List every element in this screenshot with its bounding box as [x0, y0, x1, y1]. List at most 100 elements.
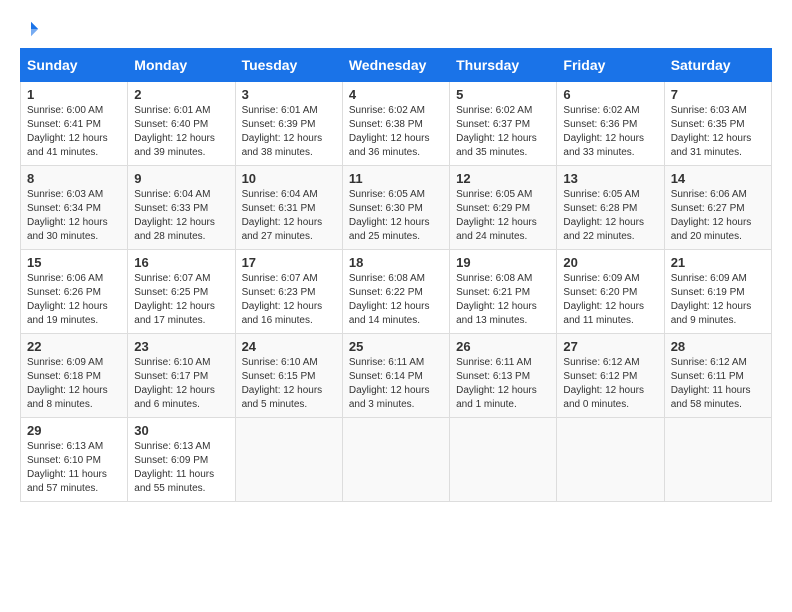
- weekday-header-tuesday: Tuesday: [235, 49, 342, 82]
- calendar-week-row: 22 Sunrise: 6:09 AM Sunset: 6:18 PM Dayli…: [21, 334, 772, 418]
- day-info: Sunrise: 6:11 AM Sunset: 6:13 PM Dayligh…: [456, 356, 550, 412]
- day-number: 9: [134, 171, 228, 186]
- day-info: Sunrise: 6:09 AM Sunset: 6:19 PM Dayligh…: [671, 272, 765, 328]
- calendar-cell: 5 Sunrise: 6:02 AM Sunset: 6:37 PM Daylig…: [450, 82, 557, 166]
- calendar-cell: 28 Sunrise: 6:12 AM Sunset: 6:11 PM Dayli…: [664, 334, 771, 418]
- calendar-cell: 2 Sunrise: 6:01 AM Sunset: 6:40 PM Daylig…: [128, 82, 235, 166]
- calendar-cell: 17 Sunrise: 6:07 AM Sunset: 6:23 PM Dayli…: [235, 250, 342, 334]
- day-number: 28: [671, 339, 765, 354]
- calendar-cell: 16Sunrise: 6:07 AM Sunset: 6:25 PM Dayli…: [128, 250, 235, 334]
- calendar-cell: [557, 418, 664, 502]
- calendar-cell: 12 Sunrise: 6:05 AM Sunset: 6:29 PM Dayli…: [450, 166, 557, 250]
- day-info: Sunrise: 6:04 AM Sunset: 6:33 PM Dayligh…: [134, 188, 228, 244]
- day-number: 21: [671, 255, 765, 270]
- calendar-cell: 19Sunrise: 6:08 AM Sunset: 6:21 PM Dayli…: [450, 250, 557, 334]
- weekday-header-sunday: Sunday: [21, 49, 128, 82]
- day-number: 7: [671, 87, 765, 102]
- day-number: 25: [349, 339, 443, 354]
- day-info: Sunrise: 6:13 AM Sunset: 6:10 PM Dayligh…: [27, 440, 121, 496]
- day-number: 6: [563, 87, 657, 102]
- calendar-cell: 23 Sunrise: 6:10 AM Sunset: 6:17 PM Dayli…: [128, 334, 235, 418]
- day-info: Sunrise: 6:01 AM Sunset: 6:39 PM Dayligh…: [242, 104, 336, 160]
- day-info: Sunrise: 6:10 AM Sunset: 6:17 PM Dayligh…: [134, 356, 228, 412]
- day-info: Sunrise: 6:07 AM Sunset: 6:25 PM Dayligh…: [134, 272, 228, 328]
- day-info: Sunrise: 6:03 AM Sunset: 6:35 PM Dayligh…: [671, 104, 765, 160]
- calendar-cell: 27 Sunrise: 6:12 AM Sunset: 6:12 PM Dayli…: [557, 334, 664, 418]
- day-info: Sunrise: 6:03 AM Sunset: 6:34 PM Dayligh…: [27, 188, 121, 244]
- calendar-cell: [664, 418, 771, 502]
- calendar-cell: 13 Sunrise: 6:05 AM Sunset: 6:28 PM Dayli…: [557, 166, 664, 250]
- day-number: 4: [349, 87, 443, 102]
- day-info: Sunrise: 6:09 AM Sunset: 6:18 PM Dayligh…: [27, 356, 121, 412]
- weekday-header-saturday: Saturday: [664, 49, 771, 82]
- weekday-header-thursday: Thursday: [450, 49, 557, 82]
- day-number: 24: [242, 339, 336, 354]
- calendar-cell: 30Sunrise: 6:13 AM Sunset: 6:09 PM Dayli…: [128, 418, 235, 502]
- calendar-week-row: 29 Sunrise: 6:13 AM Sunset: 6:10 PM Dayli…: [21, 418, 772, 502]
- logo-icon: [22, 20, 40, 38]
- calendar-week-row: 15 Sunrise: 6:06 AM Sunset: 6:26 PM Dayli…: [21, 250, 772, 334]
- weekday-header-wednesday: Wednesday: [342, 49, 449, 82]
- day-number: 23: [134, 339, 228, 354]
- day-number: 15: [27, 255, 121, 270]
- day-number: 14: [671, 171, 765, 186]
- day-number: 2: [134, 87, 228, 102]
- day-info: Sunrise: 6:12 AM Sunset: 6:11 PM Dayligh…: [671, 356, 765, 412]
- day-number: 18: [349, 255, 443, 270]
- calendar-cell: 18 Sunrise: 6:08 AM Sunset: 6:22 PM Dayli…: [342, 250, 449, 334]
- day-number: 29: [27, 423, 121, 438]
- day-info: Sunrise: 6:09 AM Sunset: 6:20 PM Dayligh…: [563, 272, 657, 328]
- calendar-cell: [450, 418, 557, 502]
- day-number: 22: [27, 339, 121, 354]
- day-number: 5: [456, 87, 550, 102]
- day-info: Sunrise: 6:06 AM Sunset: 6:26 PM Dayligh…: [27, 272, 121, 328]
- day-info: Sunrise: 6:06 AM Sunset: 6:27 PM Dayligh…: [671, 188, 765, 244]
- logo: [20, 20, 40, 38]
- day-info: Sunrise: 6:00 AM Sunset: 6:41 PM Dayligh…: [27, 104, 121, 160]
- calendar-cell: 7 Sunrise: 6:03 AM Sunset: 6:35 PM Daylig…: [664, 82, 771, 166]
- day-number: 8: [27, 171, 121, 186]
- day-number: 26: [456, 339, 550, 354]
- day-info: Sunrise: 6:01 AM Sunset: 6:40 PM Dayligh…: [134, 104, 228, 160]
- calendar-cell: 11Sunrise: 6:05 AM Sunset: 6:30 PM Dayli…: [342, 166, 449, 250]
- day-number: 27: [563, 339, 657, 354]
- calendar-cell: 6 Sunrise: 6:02 AM Sunset: 6:36 PM Daylig…: [557, 82, 664, 166]
- day-info: Sunrise: 6:08 AM Sunset: 6:22 PM Dayligh…: [349, 272, 443, 328]
- day-number: 11: [349, 171, 443, 186]
- day-number: 19: [456, 255, 550, 270]
- day-info: Sunrise: 6:02 AM Sunset: 6:37 PM Dayligh…: [456, 104, 550, 160]
- day-info: Sunrise: 6:07 AM Sunset: 6:23 PM Dayligh…: [242, 272, 336, 328]
- calendar-cell: 22 Sunrise: 6:09 AM Sunset: 6:18 PM Dayli…: [21, 334, 128, 418]
- calendar-cell: 26 Sunrise: 6:11 AM Sunset: 6:13 PM Dayli…: [450, 334, 557, 418]
- calendar-week-row: 8 Sunrise: 6:03 AM Sunset: 6:34 PM Daylig…: [21, 166, 772, 250]
- day-info: Sunrise: 6:05 AM Sunset: 6:28 PM Dayligh…: [563, 188, 657, 244]
- calendar-week-row: 1 Sunrise: 6:00 AM Sunset: 6:41 PM Daylig…: [21, 82, 772, 166]
- calendar-cell: 21 Sunrise: 6:09 AM Sunset: 6:19 PM Dayli…: [664, 250, 771, 334]
- day-number: 12: [456, 171, 550, 186]
- weekday-header-friday: Friday: [557, 49, 664, 82]
- calendar-cell: 29 Sunrise: 6:13 AM Sunset: 6:10 PM Dayli…: [21, 418, 128, 502]
- day-number: 17: [242, 255, 336, 270]
- day-info: Sunrise: 6:02 AM Sunset: 6:38 PM Dayligh…: [349, 104, 443, 160]
- calendar-cell: 10Sunrise: 6:04 AM Sunset: 6:31 PM Dayli…: [235, 166, 342, 250]
- calendar-cell: 15 Sunrise: 6:06 AM Sunset: 6:26 PM Dayli…: [21, 250, 128, 334]
- calendar-header-row: SundayMondayTuesdayWednesdayThursdayFrid…: [21, 49, 772, 82]
- day-info: Sunrise: 6:04 AM Sunset: 6:31 PM Dayligh…: [242, 188, 336, 244]
- weekday-header-monday: Monday: [128, 49, 235, 82]
- day-info: Sunrise: 6:12 AM Sunset: 6:12 PM Dayligh…: [563, 356, 657, 412]
- page-header: [20, 20, 772, 38]
- calendar-cell: 4 Sunrise: 6:02 AM Sunset: 6:38 PM Daylig…: [342, 82, 449, 166]
- calendar-cell: 3Sunrise: 6:01 AM Sunset: 6:39 PM Daylig…: [235, 82, 342, 166]
- calendar-cell: 8 Sunrise: 6:03 AM Sunset: 6:34 PM Daylig…: [21, 166, 128, 250]
- day-number: 13: [563, 171, 657, 186]
- calendar-cell: 14 Sunrise: 6:06 AM Sunset: 6:27 PM Dayli…: [664, 166, 771, 250]
- calendar-cell: 1 Sunrise: 6:00 AM Sunset: 6:41 PM Daylig…: [21, 82, 128, 166]
- day-number: 1: [27, 87, 121, 102]
- day-info: Sunrise: 6:02 AM Sunset: 6:36 PM Dayligh…: [563, 104, 657, 160]
- calendar-cell: 25 Sunrise: 6:11 AM Sunset: 6:14 PM Dayli…: [342, 334, 449, 418]
- calendar-cell: 9 Sunrise: 6:04 AM Sunset: 6:33 PM Daylig…: [128, 166, 235, 250]
- day-info: Sunrise: 6:11 AM Sunset: 6:14 PM Dayligh…: [349, 356, 443, 412]
- calendar-cell: [342, 418, 449, 502]
- day-info: Sunrise: 6:10 AM Sunset: 6:15 PM Dayligh…: [242, 356, 336, 412]
- day-info: Sunrise: 6:05 AM Sunset: 6:29 PM Dayligh…: [456, 188, 550, 244]
